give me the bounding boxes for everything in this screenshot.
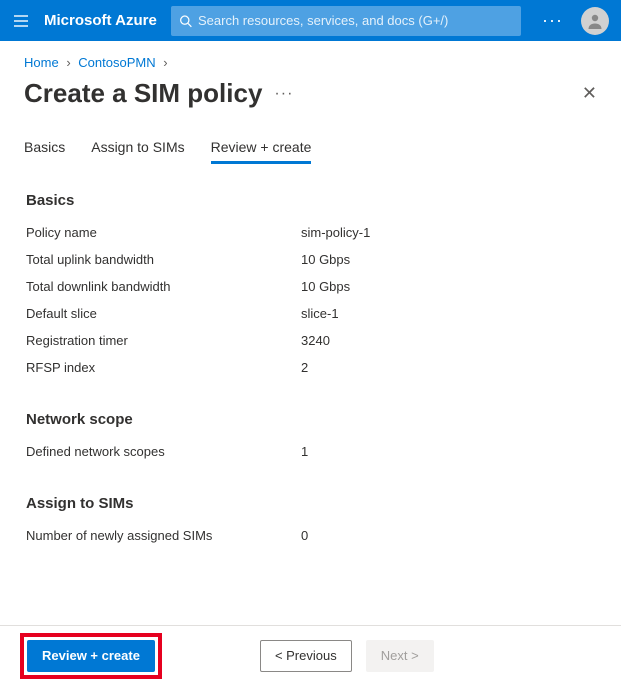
topbar-more-icon[interactable]: ··· (538, 10, 567, 31)
breadcrumb-item[interactable]: ContosoPMN (78, 55, 155, 70)
field-default-slice: Default sliceslice-1 (26, 306, 597, 321)
search-wrap (171, 6, 524, 36)
avatar[interactable] (581, 7, 609, 35)
field-scopes: Defined network scopes1 (26, 444, 597, 459)
search-box[interactable] (171, 6, 521, 36)
label: Total uplink bandwidth (26, 252, 301, 267)
person-icon (585, 11, 605, 31)
value: 2 (301, 360, 308, 375)
page-title: Create a SIM policy (24, 78, 262, 109)
search-icon (179, 14, 192, 28)
breadcrumb-home[interactable]: Home (24, 55, 59, 70)
value: slice-1 (301, 306, 339, 321)
field-downlink: Total downlink bandwidth10 Gbps (26, 279, 597, 294)
field-rfsp: RFSP index2 (26, 360, 597, 375)
label: RFSP index (26, 360, 301, 375)
label: Default slice (26, 306, 301, 321)
topbar: Microsoft Azure ··· (0, 0, 621, 41)
section-assign-heading: Assign to SIMs (26, 495, 597, 512)
field-assigned-sims: Number of newly assigned SIMs0 (26, 528, 597, 543)
field-reg-timer: Registration timer3240 (26, 333, 597, 348)
label: Policy name (26, 225, 301, 240)
hamburger-icon[interactable] (12, 12, 30, 30)
value: sim-policy-1 (301, 225, 370, 240)
next-button: Next > (366, 640, 434, 672)
tab-basics[interactable]: Basics (24, 139, 65, 164)
value: 3240 (301, 333, 330, 348)
field-uplink: Total uplink bandwidth10 Gbps (26, 252, 597, 267)
label: Defined network scopes (26, 444, 301, 459)
breadcrumb: Home › ContosoPMN › (24, 55, 597, 70)
label: Total downlink bandwidth (26, 279, 301, 294)
content: Home › ContosoPMN › Create a SIM policy … (0, 41, 621, 543)
section-network-heading: Network scope (26, 411, 597, 428)
chevron-right-icon: › (66, 55, 70, 70)
label: Number of newly assigned SIMs (26, 528, 301, 543)
section-basics-heading: Basics (26, 192, 597, 209)
value: 1 (301, 444, 308, 459)
previous-button[interactable]: < Previous (260, 640, 352, 672)
value: 0 (301, 528, 308, 543)
title-more-icon[interactable]: ··· (274, 85, 293, 103)
review-create-button[interactable]: Review + create (27, 640, 155, 672)
title-row: Create a SIM policy ··· ✕ (24, 78, 597, 109)
search-input[interactable] (198, 13, 513, 28)
value: 10 Gbps (301, 252, 350, 267)
brand-label[interactable]: Microsoft Azure (44, 12, 157, 29)
close-icon[interactable]: ✕ (582, 83, 597, 104)
field-policy-name: Policy namesim-policy-1 (26, 225, 597, 240)
tab-assign[interactable]: Assign to SIMs (91, 139, 184, 164)
tabs: Basics Assign to SIMs Review + create (24, 139, 597, 164)
title-left: Create a SIM policy ··· (24, 78, 293, 109)
highlight-annotation: Review + create (20, 633, 162, 679)
value: 10 Gbps (301, 279, 350, 294)
label: Registration timer (26, 333, 301, 348)
footer: Review + create < Previous Next > (0, 625, 621, 685)
chevron-right-icon: › (163, 55, 167, 70)
tab-review[interactable]: Review + create (211, 139, 312, 164)
